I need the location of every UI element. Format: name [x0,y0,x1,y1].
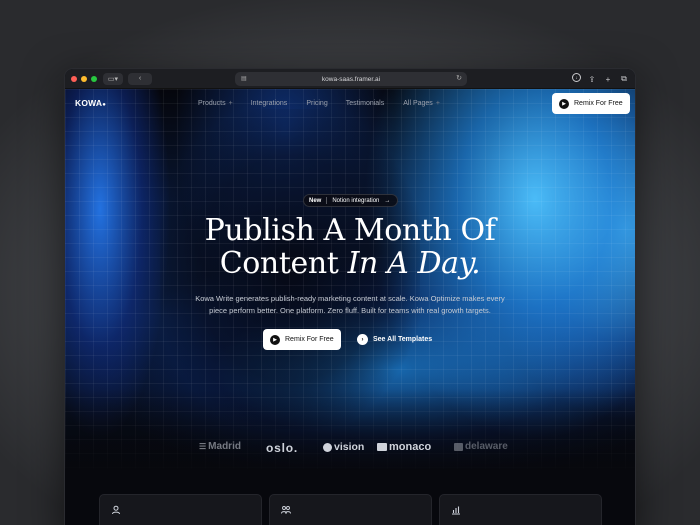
nav-links: Products + Integrations Pricing Testimon… [198,100,440,107]
chevron-right-icon: › [357,334,368,345]
logo-madrid-text: Madrid [208,441,241,452]
nav-item-label: Integrations [250,100,288,107]
reload-icon[interactable]: ↻ [456,74,462,82]
delaware-mark-icon [454,442,463,451]
cta-primary-label: Remix For Free [285,336,334,343]
vision-mark-icon [323,442,332,452]
nav-item-label: Testimonials [345,100,385,107]
feature-card [269,494,432,525]
close-window-button[interactable] [71,75,77,82]
logo-oslo: oslo. [266,441,298,455]
web-page: KOWA● Products + Integrations Pricing Te… [65,89,635,525]
nav-item-label: Products [198,100,226,107]
feature-card [439,494,602,525]
pill-tag: New [309,197,322,204]
site-logo[interactable]: KOWA● [75,98,106,108]
logo-vision: vision [323,441,364,453]
logo-delaware-text: delaware [465,441,508,452]
feature-card [99,494,262,525]
nav-remix-button[interactable]: ▶ Remix For Free [552,93,630,114]
madrid-mark-icon: ☰ [199,442,207,451]
headline-regular: Content [219,246,348,281]
client-logos: ☰ Madrid oslo. vision monaco delaware [65,441,635,461]
arrow-right-icon: → [384,197,391,204]
hero-headline-line-2: Content In A Day. [65,247,635,280]
feature-cards [99,494,603,525]
logo-madrid: ☰ Madrid [199,441,241,452]
page-info-icon[interactable]: ▤ [241,75,247,82]
sidebar-toggle-icon[interactable]: ▭▾ [103,72,123,85]
user-icon [111,505,121,515]
see-all-templates-button[interactable]: › See All Templates [357,333,432,346]
hero-headline-line-1: Publish A Month Of [204,213,496,248]
monaco-mark-icon [377,443,387,451]
new-tab-icon[interactable]: + [603,73,613,85]
logo-dot-icon: ● [102,102,107,108]
plus-icon: + [435,100,440,107]
hero-subtitle-line-2: piece perform better. One platform. Zero… [209,306,491,315]
nav-item-pricing[interactable]: Pricing [306,100,327,107]
hero-fade [65,389,635,479]
announcement-pill[interactable]: New Notion integration → [303,194,399,207]
nav-item-all-pages[interactable]: All Pages + [403,100,440,107]
headline-italic: In A Day. [347,246,481,281]
cta-secondary-label: See All Templates [373,336,433,343]
nav-item-products[interactable]: Products + [198,100,233,107]
logo-text: KOWA [75,98,103,108]
share-icon[interactable]: ⇪ [587,73,597,85]
tab-overview-icon[interactable]: ⧉ [619,73,629,85]
logo-delaware: delaware [454,441,508,452]
download-icon[interactable]: ↓ [572,73,581,82]
url-text: kowa-saas.framer.ai [321,75,381,83]
back-arrow-icon[interactable]: ‹ [128,72,152,85]
arrow-right-icon: ▶ [559,98,569,109]
logo-monaco-text: monaco [389,441,432,453]
nav-item-testimonials[interactable]: Testimonials [346,100,385,107]
toolbar-actions: ↓ ⇪ + ⧉ [572,73,629,85]
window-controls [71,75,97,82]
nav-remix-label: Remix For Free [574,100,623,107]
nav-item-label: Pricing [306,100,328,107]
browser-toolbar: ▭▾ ‹ ▤ kowa-saas.framer.ai ↻ ↓ ⇪ + ⧉ [65,69,635,89]
pill-text: Notion integration [332,197,380,204]
arrow-right-icon: ▶ [270,334,280,345]
remix-for-free-button[interactable]: ▶ Remix For Free [263,329,341,350]
pill-divider [326,197,328,204]
logo-monaco: monaco [377,441,431,453]
browser-window: ▭▾ ‹ ▤ kowa-saas.framer.ai ↻ ↓ ⇪ + ⧉ KOW… [64,68,636,525]
team-icon [281,505,291,515]
address-bar[interactable]: ▤ kowa-saas.framer.ai ↻ [235,72,467,86]
logo-vision-text: vision [334,441,365,453]
minimize-window-button[interactable] [81,75,87,82]
logo-oslo-text: oslo. [266,441,299,455]
site-nav: KOWA● Products + Integrations Pricing Te… [65,89,635,117]
nav-item-label: All Pages [403,100,433,107]
bar-chart-icon [451,505,461,515]
maximize-window-button[interactable] [91,75,97,82]
nav-item-integrations[interactable]: Integrations [251,100,288,107]
plus-icon: + [228,100,233,107]
hero-subtitle-line-1: Kowa Write generates publish-ready marke… [195,294,505,303]
